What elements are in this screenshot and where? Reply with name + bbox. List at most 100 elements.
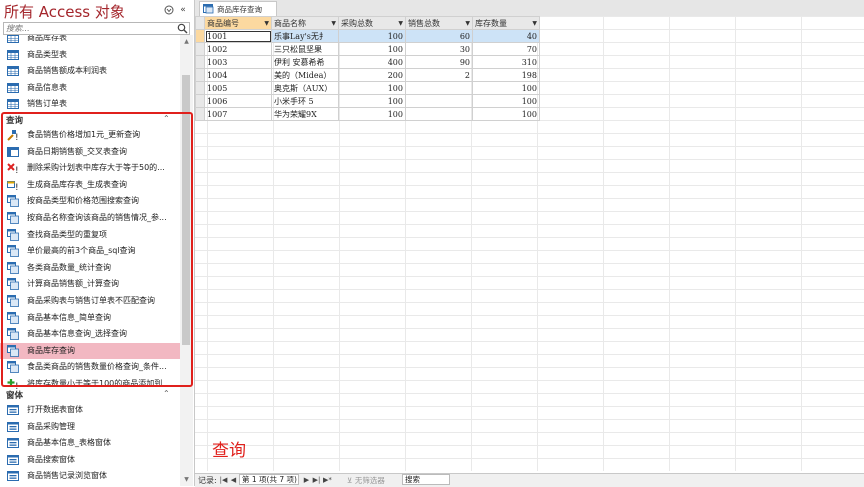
table-cell[interactable]: 三只松鼠坚果 (271, 42, 339, 56)
nav-scrollbar[interactable]: ▲ ▼ (180, 35, 193, 486)
table-cell[interactable]: 乐事Lay's无扌 (271, 29, 339, 43)
row-selector[interactable] (195, 81, 205, 95)
nav-item[interactable]: 按商品类型和价格范围搜索查询 (0, 193, 180, 209)
table-cell[interactable]: 1005 (204, 81, 272, 95)
table-cell[interactable]: 30 (405, 42, 473, 56)
table-cell[interactable]: 100 (338, 29, 406, 43)
nav-item[interactable]: ! 删除采购计划表中库存大于等于50的... (0, 160, 180, 176)
column-header[interactable]: 商品名称 ▼ (271, 16, 339, 30)
row-selector[interactable] (195, 42, 205, 56)
table-cell[interactable]: 1001 (204, 29, 272, 43)
group-header-queries[interactable]: 查询 ⌃ (0, 113, 180, 127)
column-header[interactable]: 采购总数 ▼ (338, 16, 406, 30)
table-row[interactable]: 1004 美的（Midea） 200 2 198 (195, 68, 540, 82)
table-cell[interactable]: 100 (472, 94, 540, 108)
column-dropdown-icon[interactable]: ▼ (532, 20, 537, 27)
table-cell[interactable]: 70 (472, 42, 540, 56)
table-cell[interactable]: 90 (405, 55, 473, 69)
table-row[interactable]: 1006 小米手环 5 100 100 (195, 94, 540, 108)
nav-item[interactable]: 销售订单表 (0, 96, 180, 112)
table-cell[interactable]: 100 (338, 94, 406, 108)
group-header-forms[interactable]: 窗体 ⌃ (0, 388, 180, 402)
table-cell[interactable]: 100 (472, 81, 540, 95)
nav-item[interactable]: 单价最高的前3个商品_sql查询 (0, 243, 180, 259)
nav-item[interactable]: 商品库存表 (0, 35, 180, 46)
nav-item[interactable]: 商品信息表 (0, 80, 180, 96)
nav-item[interactable]: 商品销售额成本利润表 (0, 63, 180, 79)
table-cell[interactable]: 小米手环 5 (271, 94, 339, 108)
table-cell[interactable]: 310 (472, 55, 540, 69)
nav-item[interactable]: ! 生成商品库存表_生成表查询 (0, 177, 180, 193)
table-cell[interactable]: 200 (338, 68, 406, 82)
next-record-icon[interactable]: ▶ (302, 475, 311, 485)
table-cell[interactable]: 400 (338, 55, 406, 69)
table-cell[interactable]: 198 (472, 68, 540, 82)
row-selector[interactable] (195, 68, 205, 82)
column-dropdown-icon[interactable]: ▼ (398, 20, 403, 27)
new-record-icon[interactable]: ▶* (323, 475, 332, 485)
column-header[interactable]: 商品编号 ▼ (204, 16, 272, 30)
nav-item[interactable]: 按商品名称查询该商品的销售情况_参... (0, 210, 180, 226)
table-cell[interactable]: 奥克斯（AUX） (271, 81, 339, 95)
table-cell[interactable]: 1007 (204, 107, 272, 121)
table-cell[interactable]: 华为荣耀9X (271, 107, 339, 121)
table-cell[interactable] (405, 81, 473, 95)
nav-item[interactable]: 食品类商品的销售数量价格查询_条件... (0, 359, 180, 375)
row-selector[interactable] (195, 107, 205, 121)
first-record-icon[interactable]: |◀ (219, 475, 228, 485)
last-record-icon[interactable]: ▶| (312, 475, 321, 485)
nav-item[interactable]: 商品采购表与销售订单表不匹配查询 (0, 293, 180, 309)
table-cell[interactable]: 60 (405, 29, 473, 43)
table-cell[interactable]: 40 (472, 29, 540, 43)
table-cell[interactable]: 100 (472, 107, 540, 121)
dropdown-icon[interactable] (164, 5, 174, 15)
nav-item[interactable]: 商品基本信息查询_选择查询 (0, 326, 180, 342)
table-cell[interactable]: 1006 (204, 94, 272, 108)
table-cell[interactable]: 2 (405, 68, 473, 82)
nav-item[interactable]: 商品基本信息_简单查询 (0, 310, 180, 326)
record-search-box[interactable]: 搜索 (402, 474, 450, 485)
table-cell[interactable]: 美的（Midea） (271, 68, 339, 82)
prev-record-icon[interactable]: ◀ (229, 475, 238, 485)
table-cell[interactable]: 1003 (204, 55, 272, 69)
datasheet-grid[interactable]: 商品编号 ▼ 商品名称 ▼ 采购总数 ▼ 销售总数 ▼ 库存数量 ▼ 1001 乐事Lay'… (195, 16, 864, 471)
select-all-cell[interactable] (195, 16, 205, 30)
column-header[interactable]: 库存数量 ▼ (472, 16, 540, 30)
nav-item[interactable]: 商品日期销售额_交叉表查询 (0, 144, 180, 160)
nav-header[interactable]: 所有 Access 对象 « (0, 0, 194, 22)
table-row[interactable]: 1005 奥克斯（AUX） 100 100 (195, 81, 540, 95)
table-row[interactable]: 1003 伊利 安慕希希 400 90 310 (195, 55, 540, 69)
table-row[interactable]: 1001 乐事Lay's无扌 100 60 40 (195, 29, 540, 43)
collapse-group-icon[interactable]: ⌃ (163, 389, 170, 398)
nav-item[interactable]: 商品搜索窗体 (0, 452, 180, 468)
column-dropdown-icon[interactable]: ▼ (264, 20, 269, 27)
table-cell[interactable]: 1002 (204, 42, 272, 56)
table-cell[interactable]: 1004 (204, 68, 272, 82)
search-icon[interactable] (177, 23, 188, 34)
nav-item[interactable]: 商品采购管理 (0, 419, 180, 435)
nav-item[interactable]: 商品销售记录浏览窗体 (0, 468, 180, 484)
tab-query-inventory[interactable]: 商品库存查询 (199, 1, 277, 16)
row-selector[interactable] (195, 29, 205, 43)
filter-status[interactable]: ⊻ 无筛选器 (347, 475, 385, 486)
table-cell[interactable]: 100 (338, 42, 406, 56)
column-dropdown-icon[interactable]: ▼ (465, 20, 470, 27)
table-cell[interactable]: 100 (338, 81, 406, 95)
table-cell[interactable]: 伊利 安慕希希 (271, 55, 339, 69)
table-cell[interactable]: 100 (338, 107, 406, 121)
nav-item[interactable]: 打开数据表窗体 (0, 402, 180, 418)
nav-title[interactable]: 所有 Access 对象 (4, 1, 125, 22)
row-selector[interactable] (195, 55, 205, 69)
nav-item[interactable]: ! 食品销售价格增加1元_更新查询 (0, 127, 180, 143)
nav-search-box[interactable] (3, 22, 190, 35)
row-selector[interactable] (195, 94, 205, 108)
scrollbar-thumb[interactable] (182, 75, 190, 345)
nav-item[interactable]: 商品类型表 (0, 47, 180, 63)
table-cell[interactable] (405, 94, 473, 108)
collapse-group-icon[interactable]: ⌃ (163, 114, 170, 123)
nav-item[interactable]: 商品库存查询 (0, 342, 180, 359)
table-cell[interactable] (405, 107, 473, 121)
current-record-field[interactable]: 第 1 项(共 7 项) (239, 474, 299, 485)
column-dropdown-icon[interactable]: ▼ (331, 20, 336, 27)
scroll-up-icon[interactable]: ▲ (182, 37, 191, 46)
